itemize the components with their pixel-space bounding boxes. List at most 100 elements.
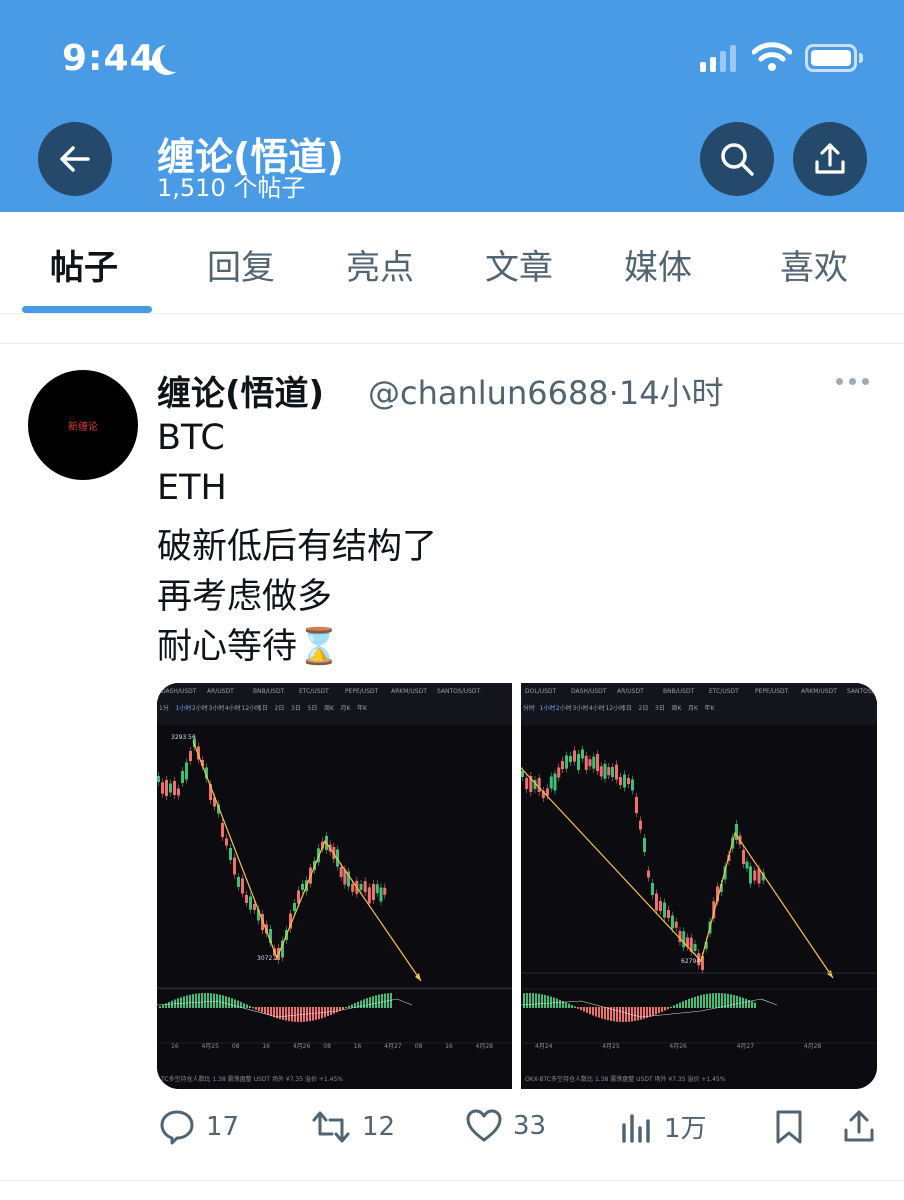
chart-timeframe: 1日 [258,705,268,712]
chart-timeframe: 年K [357,704,368,712]
candle [229,848,232,860]
macd-bar [718,993,720,1008]
tweet-line: ETH [157,468,227,508]
candle [161,782,164,794]
chart-ticker: PEPE/USDT [345,688,379,695]
macd-bar [180,997,182,1008]
macd-bar [207,993,209,1008]
candle [569,756,572,762]
candle [221,823,224,837]
macd-bar [228,997,230,1008]
like-icon [466,1109,502,1142]
search-button[interactable] [700,122,774,196]
macd-bar [345,1007,347,1009]
macd-bar [619,1007,621,1022]
avatar[interactable]: 新缠论 [28,370,138,480]
candle [643,838,646,852]
macd-bar [703,994,705,1008]
macd-bar [685,1000,687,1008]
candle [521,771,524,777]
share-icon [815,143,845,174]
chart-timeframe: 4小时 [589,704,605,712]
candle [623,774,626,788]
chart-timeframe: 月K [341,705,352,712]
chart-timeframe: 3日 [291,705,301,712]
macd-bar [336,1007,338,1013]
chart-timeframe: 2小时 [556,704,572,712]
macd-bar [688,998,690,1008]
reply-count: 17 [206,1112,240,1142]
macd-bar [667,1007,669,1010]
macd-bar [640,1007,642,1020]
macd-bar [195,993,197,1008]
macd-bar [213,993,215,1008]
chart-timeframe: 分时 [523,704,535,712]
candle [557,767,561,778]
macd-bar [679,1002,681,1008]
chart-ticker: AR/USDT [207,688,234,695]
chart-ticker: ETC/USDT [709,688,739,695]
chart-timeframe: 1日 [622,705,632,712]
macd-bar [649,1007,651,1017]
chart-image-eth[interactable]: DOL/USDT DASH/USDT AR/USDT BNB/USDT ETC/USDT… [521,683,877,1089]
avatar-text: 新缠论 [68,421,98,433]
candle [185,762,188,780]
tab-media[interactable]: 媒体 [624,240,692,289]
tab-posts[interactable]: 帖子 [50,240,118,289]
profile-header: 9:44 缠论(悟道) 1,510 个帖子 [0,0,904,212]
retweet-button[interactable]: 12 [310,1108,395,1146]
candle [165,780,168,796]
tab-articles[interactable]: 文章 [485,240,553,289]
chart-footer: OKX-BTC多空持仓人数比 1.38 震荡盘整 USDT 场外 ¥7.35 溢… [525,1075,726,1083]
share-action-button[interactable] [842,1108,876,1144]
macd-bar [574,1006,576,1008]
macd-bar [258,1007,260,1012]
macd-bar [745,998,747,1008]
back-button[interactable] [38,122,112,196]
macd-bar [589,1007,591,1015]
signal-icon [700,44,736,72]
macd-bar [532,993,534,1008]
candle [615,764,618,780]
back-arrow-icon [60,146,90,172]
share-button[interactable] [793,122,867,196]
chart-image-btc[interactable]: DASH/USDT AR/USDT BNB/USDT ETC/USDT PEPE/USD… [157,683,512,1089]
macd-bar [255,1007,257,1010]
chart-timeframe: 2日 [639,705,649,712]
chart-ticker: DASH/USDT [161,688,197,695]
macd-bar [384,993,386,1008]
candle [301,883,304,890]
candle [351,883,355,892]
candle [627,778,630,784]
macd-bar [201,993,203,1008]
like-button[interactable]: 33 [465,1108,546,1144]
macd-bar [294,1007,296,1022]
macd-bar [712,993,714,1008]
macd-bar [565,1002,567,1008]
macd-bar [754,1002,756,1008]
tweet-handle-time[interactable]: @chanlun6688·14小时 [368,368,724,414]
tab-replies[interactable]: 回复 [207,240,275,289]
reply-button[interactable]: 17 [158,1108,239,1146]
macd-bar [691,997,693,1008]
chart-ticker: BNB/USDT [253,688,285,695]
more-dots-icon[interactable] [836,378,869,385]
chart-timeframe: 1小时 [176,704,192,712]
chart-x-label: 4月28 [804,1043,822,1050]
macd-bar [586,1007,588,1013]
macd-bar [222,995,224,1008]
views-button[interactable]: 1万 [620,1108,707,1145]
tab-likes[interactable]: 喜欢 [780,240,848,289]
tab-highlights[interactable]: 亮点 [346,240,414,289]
chart-x-label: 4月27 [384,1043,402,1050]
tweet-media[interactable]: DASH/USDT AR/USDT BNB/USDT ETC/USDT PEPE/USD… [157,683,877,1089]
chart-ticker: ARKM/USDT [391,688,427,695]
tweet-author[interactable]: 缠论(悟道) [157,366,324,415]
macd-bar [604,1007,606,1020]
macd-bar [709,993,711,1008]
macd-bar [607,1007,609,1021]
candle [667,910,670,918]
macd-bar [661,1007,663,1012]
bookmark-button[interactable] [774,1108,804,1146]
macd-bar [544,994,546,1008]
